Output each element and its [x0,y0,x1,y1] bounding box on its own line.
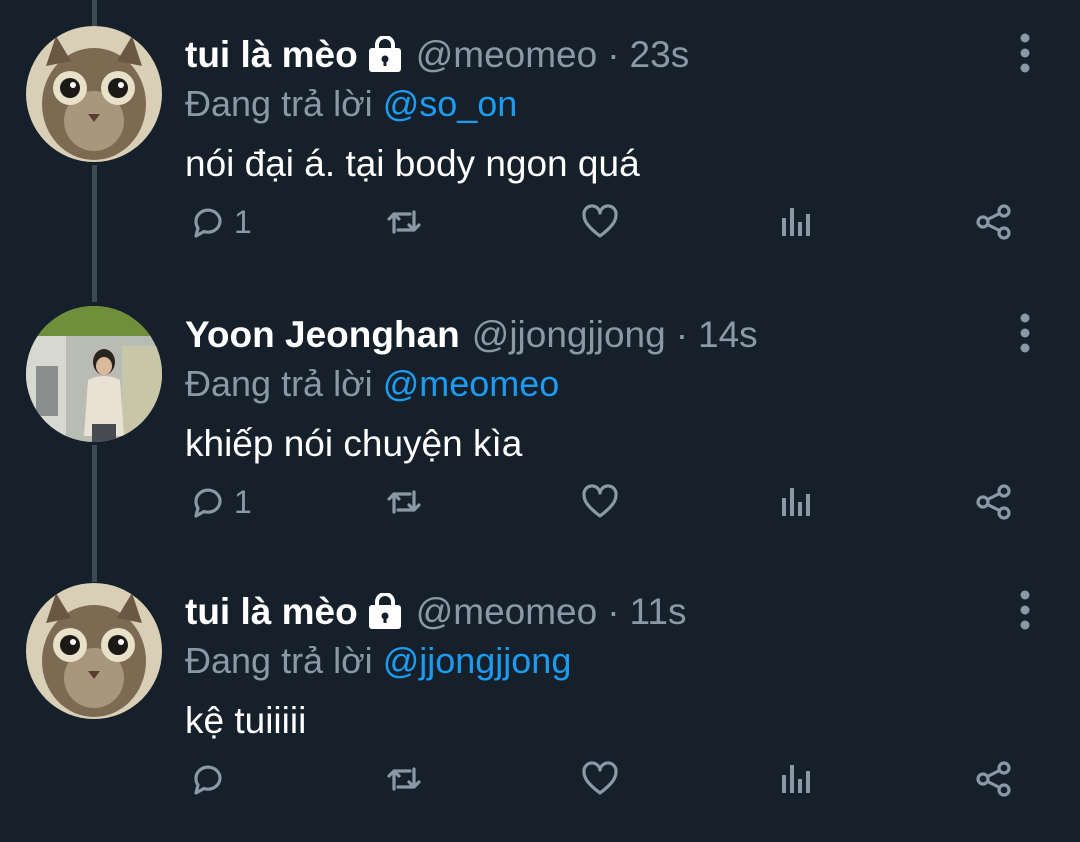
share-icon [976,761,1011,797]
tweet-header: Yoon Jeonghan @jjongjjong · 14s [185,308,758,362]
lock-icon [366,35,404,74]
share-icon [976,484,1011,520]
reply-button[interactable]: 1 [188,472,252,532]
like-button[interactable] [580,192,620,252]
handle[interactable]: @jjongjjong [472,314,666,356]
replying-label: Đang trả lời [185,640,373,681]
reply-icon [194,765,222,795]
mention-link[interactable]: @jjongjjong [383,640,572,682]
tweet-header: tui là mèo @meomeo · 11s [185,585,686,639]
like-icon [582,484,618,518]
reply-button[interactable]: 1 [188,192,252,252]
handle[interactable]: @meomeo [416,34,598,76]
display-name[interactable]: Yoon Jeonghan [185,314,460,356]
share-button[interactable] [974,472,1014,532]
separator: · [607,34,620,75]
tweet-text: nói đại á. tại body ngon quá [185,143,640,184]
display-name[interactable]: tui là mèo [185,591,358,633]
reply-count: 1 [234,483,252,520]
handle[interactable]: @meomeo [416,591,598,633]
avatar[interactable] [26,583,162,719]
replying-to: Đang trả lời @so_on [185,80,517,128]
retweet-button[interactable] [384,749,424,809]
timestamp[interactable]: 14s [698,314,758,356]
retweet-button[interactable] [384,472,424,532]
reply-icon [194,208,222,238]
like-button[interactable] [580,749,620,809]
views-icon [782,208,810,236]
more-vertical-icon[interactable] [1010,30,1040,76]
like-icon [582,761,618,795]
mention-link[interactable]: @so_on [383,83,518,125]
views-button[interactable] [777,749,817,809]
replying-label: Đang trả lời [185,363,373,404]
like-button[interactable] [580,472,620,532]
retweet-icon [387,490,421,514]
tweet[interactable]: tui là mèo @meomeo · 11s Đang trả lời @j… [0,557,1080,837]
separator: · [607,591,620,632]
more-vertical-icon[interactable] [1010,310,1040,356]
views-button[interactable] [777,472,817,532]
tweet-actions: 1 [0,192,1080,252]
retweet-icon [387,767,421,791]
tweet[interactable]: tui là mèo @meomeo · 23s Đang trả lời @s… [0,0,1080,280]
timestamp[interactable]: 23s [630,34,690,76]
tweet-text: kệ tuiiiii [185,700,307,741]
share-button[interactable] [974,192,1014,252]
tweet-text: khiếp nói chuyện kìa [185,423,523,464]
more-vertical-icon[interactable] [1010,587,1040,633]
reply-button[interactable] [188,749,234,809]
person-avatar-icon [26,306,162,442]
views-button[interactable] [777,192,817,252]
replying-to: Đang trả lời @jjongjjong [185,637,571,685]
timestamp[interactable]: 11s [630,591,687,633]
views-icon [782,765,810,793]
reply-icon [194,488,222,518]
reply-count: 1 [234,203,252,240]
tweet-actions [0,749,1080,809]
cat-avatar-icon [26,583,162,719]
separator: · [675,314,689,355]
retweet-icon [387,210,421,234]
display-name[interactable]: tui là mèo [185,34,358,76]
avatar[interactable] [26,26,162,162]
tweet-header: tui là mèo @meomeo · 23s [185,28,689,82]
lock-icon [366,592,404,631]
mention-link[interactable]: @meomeo [383,363,560,405]
cat-avatar-icon [26,26,162,162]
replying-to: Đang trả lời @meomeo [185,360,559,408]
like-icon [582,204,618,238]
tweet[interactable]: Yoon Jeonghan @jjongjjong · 14s Đang trả… [0,280,1080,560]
avatar[interactable] [26,306,162,442]
share-icon [976,204,1011,240]
share-button[interactable] [974,749,1014,809]
tweet-actions: 1 [0,472,1080,532]
views-icon [782,488,810,516]
replying-label: Đang trả lời [185,83,373,124]
retweet-button[interactable] [384,192,424,252]
